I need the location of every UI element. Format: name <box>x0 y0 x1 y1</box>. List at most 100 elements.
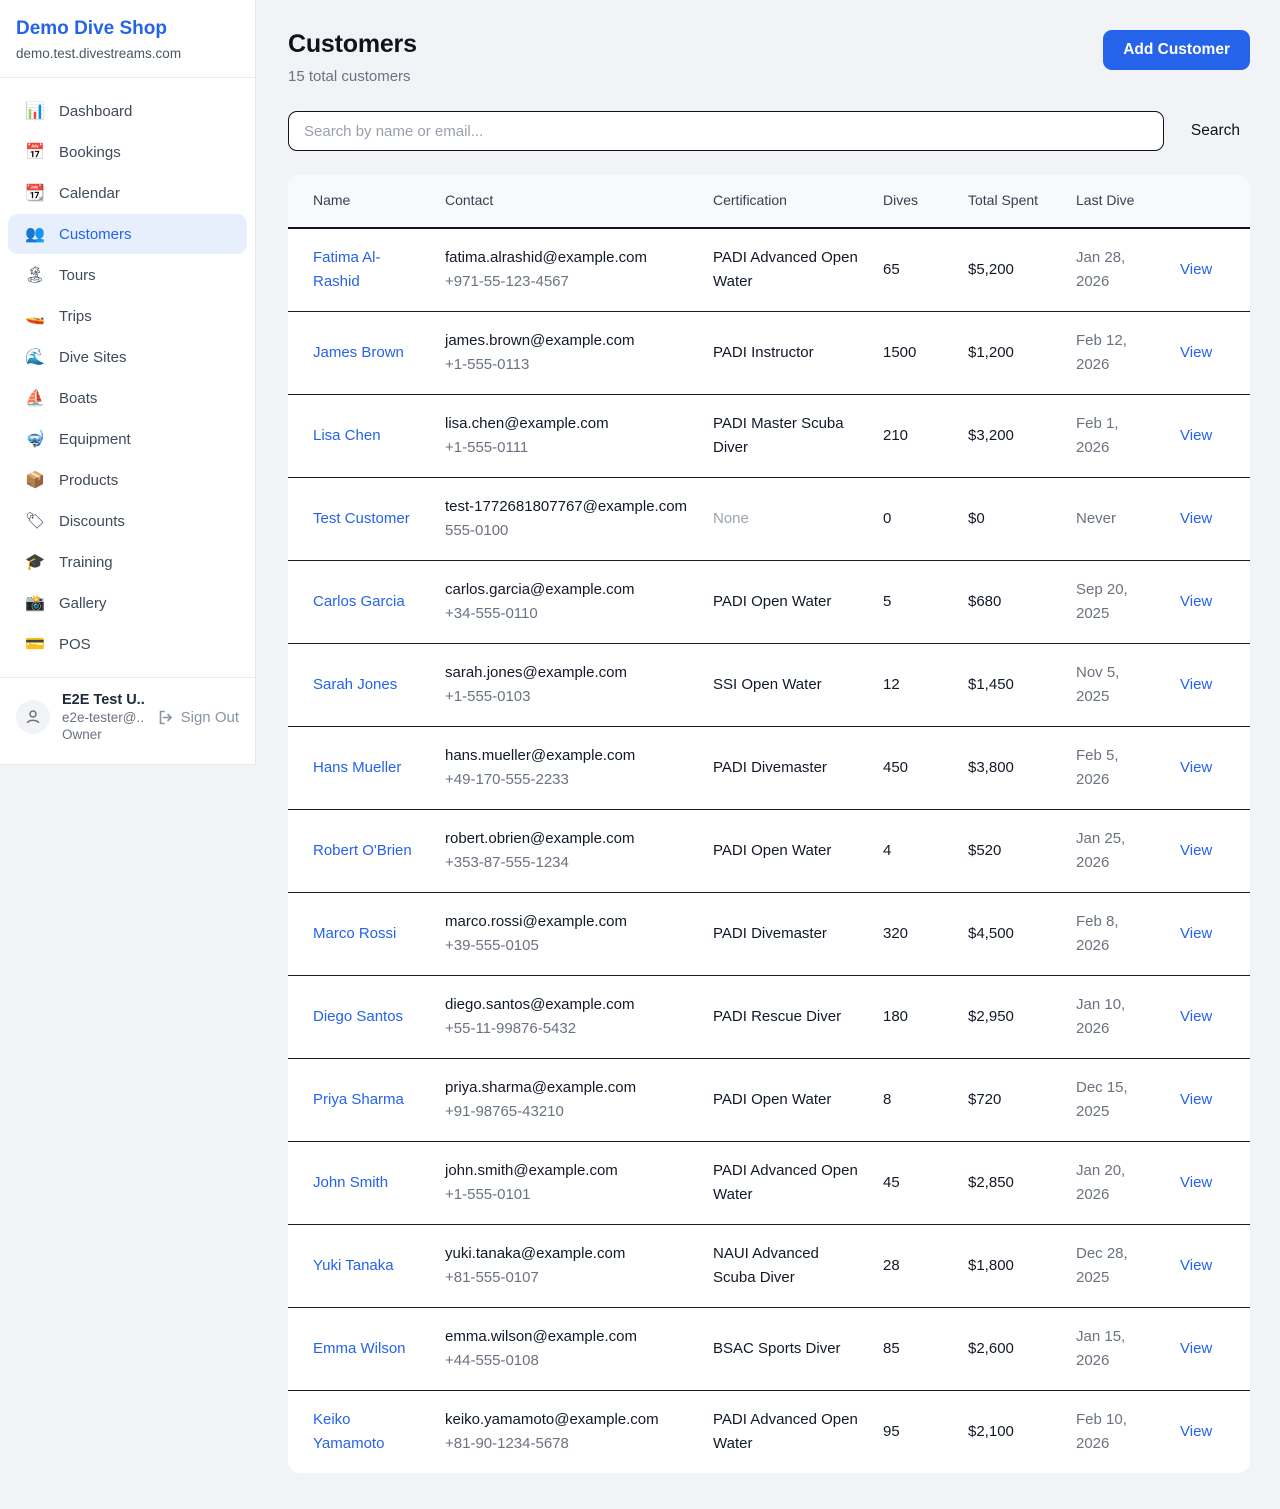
customer-dives: 28 <box>871 1224 956 1307</box>
shop-domain: demo.test.divestreams.com <box>16 46 239 61</box>
view-link[interactable]: View <box>1180 1423 1212 1440</box>
table-row: Diego Santos diego.santos@example.com +5… <box>288 975 1250 1058</box>
customer-total-spent: $0 <box>956 477 1064 560</box>
customer-name-link[interactable]: Priya Sharma <box>313 1091 404 1108</box>
view-link[interactable]: View <box>1180 842 1212 859</box>
sidebar-item-label: Trips <box>59 308 92 325</box>
sidebar-item-customers[interactable]: 👥 Customers <box>8 214 247 254</box>
sidebar-item-training[interactable]: 🎓 Training <box>8 542 247 582</box>
sidebar-item-label: Tours <box>59 267 96 284</box>
customer-name-link[interactable]: Carlos Garcia <box>313 593 405 610</box>
avatar <box>16 700 50 734</box>
sign-out-button[interactable]: Sign Out <box>157 709 239 726</box>
customer-name-link[interactable]: Marco Rossi <box>313 925 396 942</box>
gallery-icon: 📸 <box>24 593 46 613</box>
customer-certification: PADI Open Water <box>701 560 871 643</box>
sidebar-item-label: Boats <box>59 390 97 407</box>
sidebar-item-calendar[interactable]: 📆 Calendar <box>8 173 247 213</box>
sidebar-item-gallery[interactable]: 📸 Gallery <box>8 583 247 623</box>
sidebar-item-equipment[interactable]: 🤿 Equipment <box>8 419 247 459</box>
sidebar-item-discounts[interactable]: 🏷 Discounts <box>8 501 247 541</box>
customer-name-link[interactable]: James Brown <box>313 344 404 361</box>
table-row: James Brown james.brown@example.com +1-5… <box>288 311 1250 394</box>
sign-out-icon <box>157 709 174 726</box>
sidebar-item-pos[interactable]: 💳 POS <box>8 624 247 664</box>
customer-name-link[interactable]: Emma Wilson <box>313 1340 406 1357</box>
page-header-text: Customers 15 total customers <box>288 30 417 85</box>
customer-last-dive: Feb 8, 2026 <box>1064 892 1168 975</box>
customer-certification: PADI Instructor <box>701 311 871 394</box>
customer-name-link[interactable]: Fatima Al-Rashid <box>313 249 381 290</box>
customer-certification: PADI Advanced Open Water <box>701 228 871 312</box>
sidebar-item-dive-sites[interactable]: 🌊 Dive Sites <box>8 337 247 377</box>
view-link[interactable]: View <box>1180 427 1212 444</box>
view-link[interactable]: View <box>1180 1008 1212 1025</box>
view-link[interactable]: View <box>1180 1257 1212 1274</box>
bookings-icon: 📅 <box>24 142 46 162</box>
customer-name-link[interactable]: Sarah Jones <box>313 676 397 693</box>
sidebar-item-label: Products <box>59 472 118 489</box>
customer-phone: +49-170-555-2233 <box>445 768 689 792</box>
customer-total-spent: $2,850 <box>956 1141 1064 1224</box>
customer-total-spent: $2,950 <box>956 975 1064 1058</box>
view-link[interactable]: View <box>1180 759 1212 776</box>
customer-phone: 555-0100 <box>445 519 689 543</box>
customer-total-spent: $720 <box>956 1058 1064 1141</box>
customer-phone: +971-55-123-4567 <box>445 270 689 294</box>
customer-name-link[interactable]: Yuki Tanaka <box>313 1257 394 1274</box>
customer-certification: SSI Open Water <box>701 643 871 726</box>
customer-certification: PADI Divemaster <box>701 726 871 809</box>
customer-total-spent: $2,600 <box>956 1307 1064 1390</box>
customer-name-link[interactable]: Lisa Chen <box>313 427 381 444</box>
sidebar-item-label: Training <box>59 554 113 571</box>
user-role: Owner <box>62 727 145 742</box>
sidebar-item-label: Customers <box>59 226 132 243</box>
customer-name-link[interactable]: John Smith <box>313 1174 388 1191</box>
view-link[interactable]: View <box>1180 925 1212 942</box>
customer-name-link[interactable]: Keiko Yamamoto <box>313 1411 384 1452</box>
customer-name-link[interactable]: Robert O'Brien <box>313 842 412 859</box>
customer-phone: +1-555-0113 <box>445 353 689 377</box>
view-link[interactable]: View <box>1180 1091 1212 1108</box>
customer-last-dive: Never <box>1064 477 1168 560</box>
boats-icon: ⛵ <box>24 388 46 408</box>
search-button[interactable]: Search <box>1164 122 1250 140</box>
view-link[interactable]: View <box>1180 344 1212 361</box>
customers-table-card: Name Contact Certification Dives Total S… <box>288 175 1250 1473</box>
sidebar-item-bookings[interactable]: 📅 Bookings <box>8 132 247 172</box>
table-row: Priya Sharma priya.sharma@example.com +9… <box>288 1058 1250 1141</box>
customer-dives: 1500 <box>871 311 956 394</box>
customer-dives: 320 <box>871 892 956 975</box>
view-link[interactable]: View <box>1180 1340 1212 1357</box>
sidebar-item-tours[interactable]: 🏝 Tours <box>8 255 247 295</box>
sidebar-item-boats[interactable]: ⛵ Boats <box>8 378 247 418</box>
customer-name-link[interactable]: Test Customer <box>313 510 410 527</box>
customers-icon: 👥 <box>24 224 46 244</box>
add-customer-button[interactable]: Add Customer <box>1103 30 1250 70</box>
customer-phone: +34-555-0110 <box>445 602 689 626</box>
search-input[interactable] <box>288 111 1164 151</box>
view-link[interactable]: View <box>1180 593 1212 610</box>
customer-name-link[interactable]: Diego Santos <box>313 1008 403 1025</box>
view-link[interactable]: View <box>1180 261 1212 278</box>
sidebar-item-products[interactable]: 📦 Products <box>8 460 247 500</box>
customer-email: marco.rossi@example.com <box>445 910 689 934</box>
customer-phone: +81-90-1234-5678 <box>445 1432 689 1456</box>
customer-name-link[interactable]: Hans Mueller <box>313 759 401 776</box>
customer-count: 15 total customers <box>288 68 417 85</box>
table-row: John Smith john.smith@example.com +1-555… <box>288 1141 1250 1224</box>
customer-dives: 12 <box>871 643 956 726</box>
view-link[interactable]: View <box>1180 1174 1212 1191</box>
view-link[interactable]: View <box>1180 510 1212 527</box>
user-footer: E2E Test U... e2e-tester@... Owner Sign … <box>0 677 255 764</box>
customer-total-spent: $3,800 <box>956 726 1064 809</box>
view-link[interactable]: View <box>1180 676 1212 693</box>
customer-total-spent: $1,450 <box>956 643 1064 726</box>
customer-email: yuki.tanaka@example.com <box>445 1242 689 1266</box>
table-row: Sarah Jones sarah.jones@example.com +1-5… <box>288 643 1250 726</box>
customer-dives: 65 <box>871 228 956 312</box>
sidebar-item-dashboard[interactable]: 📊 Dashboard <box>8 91 247 131</box>
customer-certification: None <box>701 477 871 560</box>
customer-last-dive: Dec 15, 2025 <box>1064 1058 1168 1141</box>
sidebar-item-trips[interactable]: 🚤 Trips <box>8 296 247 336</box>
